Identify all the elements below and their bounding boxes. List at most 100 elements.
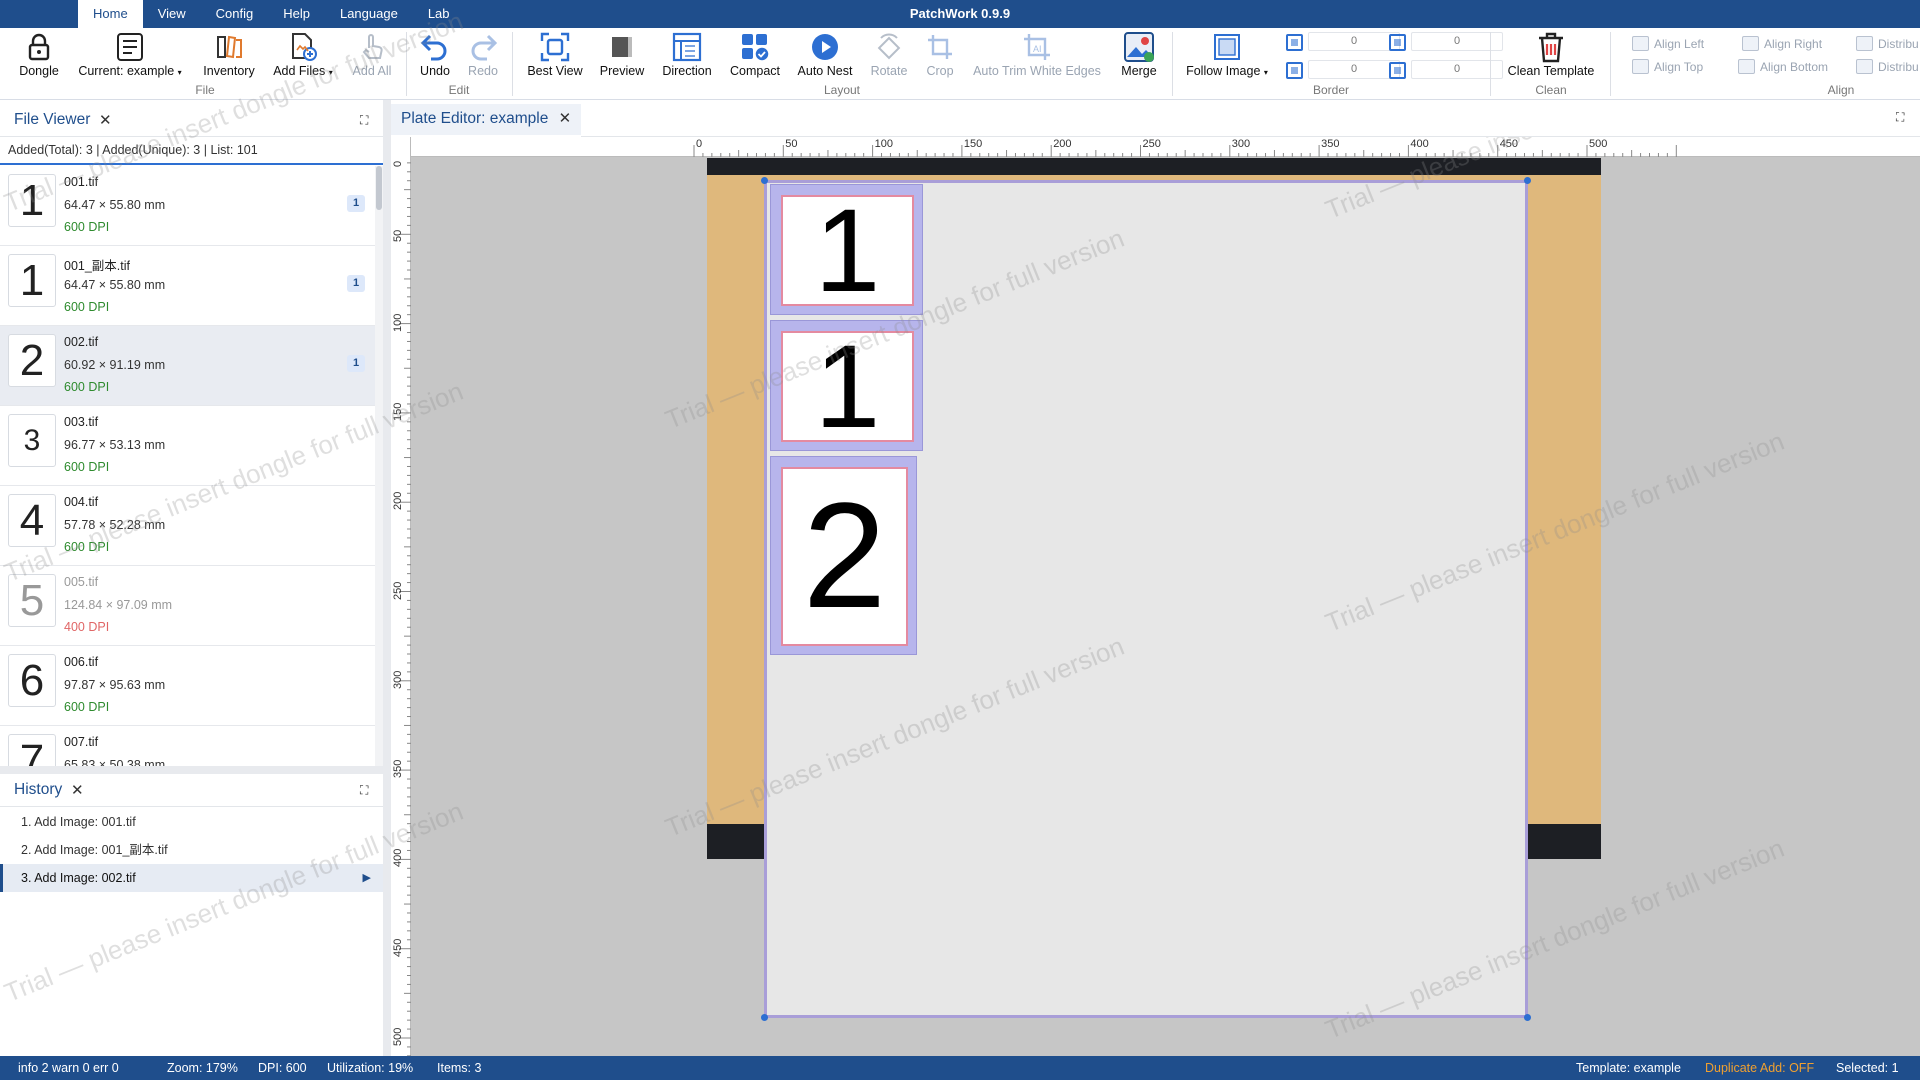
current-template-dropdown[interactable]: Current: example ▾	[74, 30, 186, 86]
undo-button[interactable]: Undo	[414, 30, 456, 86]
redo-button[interactable]: Redo	[462, 30, 504, 86]
distribute-vertical-button[interactable]: Distribu	[1856, 59, 1919, 74]
title-bar: PatchWork 0.9.9 Home View Config Help La…	[0, 0, 1920, 28]
distribute-horizontal-button[interactable]: Distribu	[1856, 36, 1919, 51]
distribute-icon	[1856, 36, 1873, 51]
ruler-label: 150	[392, 402, 404, 421]
menu-help[interactable]: Help	[268, 0, 325, 28]
border-top-field[interactable]: 0	[1308, 32, 1400, 51]
file-dpi: 400 DPI	[64, 620, 110, 634]
history-item[interactable]: 1. Add Image: 001.tif	[0, 808, 383, 836]
preview-button[interactable]: Preview	[596, 30, 648, 86]
close-icon[interactable]: ✕	[71, 781, 84, 799]
direction-button[interactable]: Direction	[656, 30, 718, 86]
expand-icon[interactable]: ⛶	[360, 783, 368, 798]
menu-lab[interactable]: Lab	[413, 0, 465, 28]
file-row[interactable]: 4 004.tif 57.78 × 52.28 mm 600 DPI	[0, 486, 375, 566]
items-count: Items: 3	[437, 1061, 482, 1075]
align-left-button[interactable]: Align Left	[1632, 36, 1704, 51]
clean-template-button[interactable]: Clean Template	[1500, 30, 1602, 86]
close-icon[interactable]: ✕	[559, 110, 572, 127]
preview-icon	[612, 37, 632, 57]
menu-home[interactable]: Home	[78, 0, 143, 28]
placed-image-001[interactable]: 1	[770, 184, 923, 315]
ruler-label: 100	[874, 138, 893, 150]
ruler-label: 100	[392, 313, 404, 332]
file-row[interactable]: 6 006.tif 97.87 × 95.63 mm 600 DPI	[0, 646, 375, 726]
menu-config[interactable]: Config	[201, 0, 269, 28]
chevron-down-icon: ▾	[1263, 68, 1268, 77]
expand-icon[interactable]: ⛶	[360, 113, 368, 128]
align-bottom-button[interactable]: Align Bottom	[1738, 59, 1828, 74]
usage-count-badge: 1	[347, 195, 365, 212]
align-top-button[interactable]: Align Top	[1632, 59, 1703, 74]
ruler-label: 500	[392, 1027, 404, 1046]
file-name: 001_副本.tif	[64, 259, 131, 273]
crop-button[interactable]: Crop	[920, 30, 960, 86]
template-name: Template: example	[1576, 1061, 1681, 1075]
ruler-label: 400	[392, 849, 404, 868]
ruler-label: 0	[696, 138, 703, 150]
plate-corner-handle[interactable]	[1524, 177, 1531, 184]
file-row-low-dpi[interactable]: 5 005.tif 124.84 × 97.09 mm 400 DPI	[0, 566, 375, 646]
crop-icon	[928, 35, 952, 59]
auto-trim-button[interactable]: AI Auto Trim White Edges	[968, 30, 1106, 86]
plate-canvas[interactable]: 0 50 100 150 200 250 300 350 400 450 500 0 50 100 150…	[391, 137, 1920, 1056]
inventory-button[interactable]: Inventory	[198, 30, 260, 86]
ruler-label: 500	[1589, 138, 1608, 150]
auto-nest-button[interactable]: Auto Nest	[792, 30, 858, 86]
file-row[interactable]: 1 001_副本.tif 64.47 × 55.80 mm 600 DPI 1	[0, 246, 375, 326]
edit-group-label: Edit	[448, 83, 470, 97]
panel-splitter[interactable]	[383, 100, 391, 1056]
fit-view-icon	[540, 32, 570, 62]
scrollbar-thumb[interactable]	[376, 166, 382, 210]
file-list-scrollbar[interactable]	[375, 166, 383, 766]
border-bottom-field[interactable]: 0	[1308, 60, 1400, 79]
file-row[interactable]: 3 003.tif 96.77 × 53.13 mm 600 DPI	[0, 406, 375, 486]
tab-plate-editor[interactable]: Plate Editor: example ✕	[391, 104, 582, 137]
history-item-current[interactable]: 3. Add Image: 002.tif ▶	[0, 864, 383, 892]
placed-image-002[interactable]: 2	[770, 456, 917, 655]
rotate-button[interactable]: Rotate	[866, 30, 912, 86]
undo-icon	[420, 34, 447, 61]
file-dpi: 600 DPI	[64, 300, 110, 314]
menu-view[interactable]: View	[143, 0, 201, 28]
plate-corner-handle[interactable]	[761, 1014, 768, 1021]
duplicate-add-status[interactable]: Duplicate Add: OFF	[1705, 1056, 1814, 1080]
plate-corner-handle[interactable]	[1524, 1014, 1531, 1021]
usage-count-badge: 1	[347, 355, 365, 372]
menu-language[interactable]: Language	[325, 0, 413, 28]
add-file-icon	[292, 33, 317, 61]
close-icon[interactable]: ✕	[99, 111, 112, 129]
panel-splitter[interactable]	[0, 766, 383, 774]
add-all-button[interactable]: Add All	[346, 30, 398, 86]
add-files-button[interactable]: Add Files ▾	[268, 30, 338, 86]
history-title: History	[14, 781, 63, 798]
redo-icon	[471, 34, 498, 61]
log-counts[interactable]: info 2 warn 0 err 0	[18, 1056, 119, 1080]
align-right-button[interactable]: Align Right	[1742, 36, 1822, 51]
file-size: 96.77 × 53.13 mm	[64, 438, 166, 452]
file-dpi: 600 DPI	[64, 540, 110, 554]
compact-button[interactable]: Compact	[726, 30, 784, 86]
plate-corner-handle[interactable]	[761, 177, 768, 184]
expand-icon[interactable]: ⛶	[1896, 110, 1904, 125]
placed-image-001-copy[interactable]: 1	[770, 320, 923, 451]
follow-image-dropdown[interactable]: Follow Image ▾	[1182, 30, 1272, 86]
file-row[interactable]: 7 007.tif 65.83 × 50.38 mm	[0, 726, 375, 766]
file-row[interactable]: 1 001.tif 64.47 × 55.80 mm 600 DPI 1	[0, 166, 375, 246]
merge-button[interactable]: Merge	[1114, 30, 1164, 86]
zoom-level: Zoom: 179%	[167, 1061, 238, 1075]
svg-text:AI: AI	[1033, 44, 1042, 54]
best-view-button[interactable]: Best View	[522, 30, 588, 86]
border-right-icon	[1389, 34, 1406, 51]
file-size: 57.78 × 52.28 mm	[64, 518, 166, 532]
dongle-button[interactable]: Dongle	[14, 30, 64, 86]
ruler-label: 150	[963, 138, 983, 150]
merge-image-icon	[1124, 32, 1154, 62]
current-state-icon: ▶	[362, 872, 371, 884]
file-row-selected[interactable]: 2 002.tif 60.92 × 91.19 mm 600 DPI 1	[0, 326, 375, 406]
file-name: 006.tif	[64, 655, 99, 669]
history-item[interactable]: 2. Add Image: 001_副本.tif	[0, 836, 383, 864]
border-top-icon	[1286, 34, 1303, 51]
